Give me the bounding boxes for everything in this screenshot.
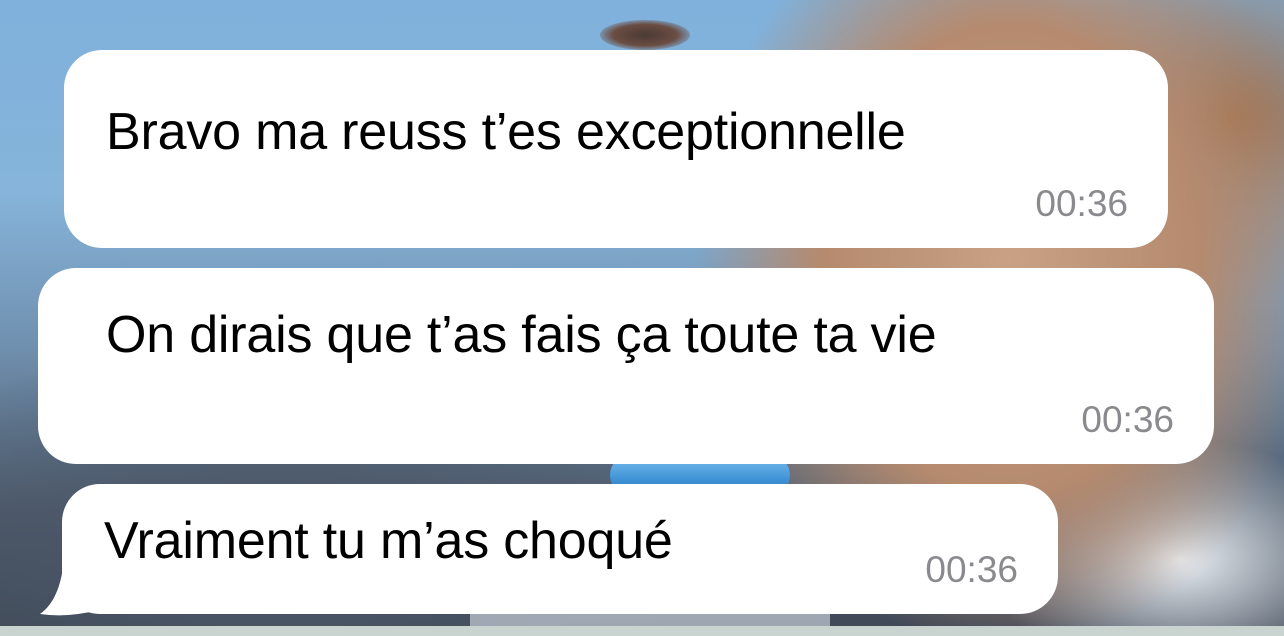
- message-bubble[interactable]: Vraiment tu m’as choqué 00:36: [62, 484, 1058, 614]
- message-bubble[interactable]: Bravo ma reuss t’es exceptionnelle 00:36: [64, 50, 1168, 248]
- message-timestamp: 00:36: [1081, 399, 1174, 440]
- message-timestamp: 00:36: [1035, 183, 1128, 224]
- wallpaper-bottom-edge: [0, 626, 1284, 636]
- message-bubble[interactable]: On dirais que t’as fais ça toute ta vie …: [38, 268, 1214, 464]
- message-text: On dirais que t’as fais ça toute ta vie: [106, 306, 937, 364]
- message-timestamp: 00:36: [925, 549, 1018, 590]
- message-text: Vraiment tu m’as choqué: [104, 512, 673, 570]
- message-text: Bravo ma reuss t’es exceptionnelle: [106, 103, 906, 161]
- wallpaper-detail: [600, 20, 690, 50]
